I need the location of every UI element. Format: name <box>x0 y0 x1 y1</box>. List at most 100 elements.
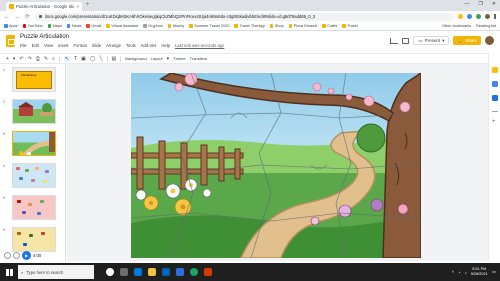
reading-list[interactable]: Reading list <box>476 24 496 28</box>
bookmark-item[interactable]: News <box>66 24 81 28</box>
extension-icon[interactable] <box>476 14 481 19</box>
calendar-icon[interactable] <box>492 95 498 101</box>
bookmark-item[interactable]: YouTube <box>22 24 43 28</box>
task-view-icon[interactable] <box>120 268 128 276</box>
forward-button[interactable]: → <box>15 14 21 20</box>
theme-button[interactable]: Theme <box>173 56 185 61</box>
zoom-icon[interactable]: ⌕ <box>52 56 55 62</box>
print-icon[interactable]: ⎙ <box>36 56 40 62</box>
profile-avatar[interactable] <box>485 14 490 19</box>
notifications-icon[interactable]: ▭ <box>492 269 496 275</box>
account-avatar[interactable] <box>485 36 494 45</box>
menu-insert[interactable]: Insert <box>58 43 68 48</box>
bookmark-item[interactable]: Travel <box>342 24 358 28</box>
new-tab-button[interactable]: + <box>86 2 90 8</box>
bookmark-item[interactable]: Money <box>167 24 184 28</box>
slide-thumbnail[interactable] <box>12 163 56 188</box>
bookmark-item[interactable]: Virtual Assistant <box>106 24 138 28</box>
transition-button[interactable]: Transition <box>190 56 207 61</box>
edge-icon[interactable] <box>134 268 142 276</box>
cortana-icon[interactable] <box>106 268 114 276</box>
other-bookmarks[interactable]: Other bookmarks <box>442 24 471 28</box>
filmstrip-view-button[interactable] <box>13 252 20 259</box>
keep-icon[interactable] <box>492 67 498 73</box>
reload-button[interactable]: ⟳ <box>25 14 30 20</box>
comment-history-icon[interactable] <box>402 37 410 44</box>
wifi-icon[interactable]: ◔ <box>458 270 461 275</box>
menu-slide[interactable]: Slide <box>92 43 101 48</box>
bookmark-item[interactable]: Gmail <box>86 24 101 28</box>
select-cursor-icon[interactable]: ↖ <box>63 55 71 62</box>
bookmark-item[interactable]: Gryphon <box>143 24 163 28</box>
menu-edit[interactable]: Edit <box>32 43 39 48</box>
bookmark-item[interactable]: Crafts <box>322 24 337 28</box>
object-picture <box>45 170 49 173</box>
tab-close-icon[interactable]: × <box>76 4 79 9</box>
menu-tools[interactable]: Tools <box>126 43 136 48</box>
present-button[interactable]: ▭ Present ▾ <box>413 36 450 45</box>
star-icon[interactable] <box>458 14 463 19</box>
menu-kebab-icon[interactable] <box>494 14 496 19</box>
menu-arrange[interactable]: Arrange <box>106 43 121 48</box>
office-icon[interactable] <box>204 268 212 276</box>
menu-format[interactable]: Format <box>73 43 86 48</box>
chevron-down-icon[interactable]: ▾ <box>442 38 444 44</box>
activity-dashboard-icon[interactable] <box>390 37 399 44</box>
new-slide-icon[interactable]: + <box>6 56 9 62</box>
store-icon[interactable] <box>162 268 170 276</box>
paint-format-icon[interactable]: ✎ <box>44 56 48 62</box>
menu-view[interactable]: View <box>44 43 53 48</box>
text-box-icon[interactable]: T <box>74 56 77 62</box>
object-picture <box>40 200 44 203</box>
tasks-icon[interactable] <box>492 81 498 87</box>
chevron-down-icon[interactable]: ▾ <box>13 56 16 62</box>
slide-thumbnail[interactable]: Instructions <box>12 67 56 92</box>
slides-logo-icon[interactable] <box>6 35 15 47</box>
undo-icon[interactable]: ↶ <box>19 56 23 62</box>
browser-tab[interactable]: Puzzle Articulation - Google Slides × <box>6 2 82 11</box>
chevron-up-icon[interactable]: ^ <box>452 270 454 275</box>
line-icon[interactable]: ╲ <box>99 56 102 62</box>
extension-icon[interactable] <box>467 14 472 19</box>
layout-button[interactable]: Layout <box>151 56 163 61</box>
file-explorer-icon[interactable] <box>148 268 156 276</box>
bookmark-item[interactable]: Apps <box>4 24 18 28</box>
omnibox[interactable]: docs.google.com/presentation/d/1uKDiqbK5… <box>34 12 453 21</box>
chevron-down-icon[interactable]: ▾ <box>167 56 170 62</box>
maximize-button[interactable]: ❐ <box>478 1 482 7</box>
slide-thumbnail[interactable] <box>12 99 56 124</box>
windows-start-icon[interactable] <box>0 263 18 281</box>
bookmark-item[interactable]: Travel Therapy <box>234 24 265 28</box>
close-window-button[interactable]: ✕ <box>492 1 496 7</box>
current-slide[interactable] <box>131 73 421 258</box>
redo-icon[interactable]: ↷ <box>28 56 32 62</box>
slide-thumbnail[interactable] <box>12 195 56 220</box>
chrome-icon[interactable] <box>190 268 198 276</box>
bookmark-item[interactable]: Maps <box>47 24 62 28</box>
slide-thumbnail[interactable] <box>12 227 56 252</box>
minimize-button[interactable]: — <box>464 1 469 7</box>
taskbar-clock[interactable]: 5:51 PM 5/28/2021 <box>471 267 488 277</box>
bookmark-item[interactable]: Shop <box>269 24 284 28</box>
share-button[interactable]: 🔒 Share <box>453 36 481 45</box>
document-title[interactable]: Puzzle Articulation <box>20 34 69 40</box>
shape-icon[interactable]: ◯ <box>90 56 96 62</box>
image-icon[interactable]: ▣ <box>81 56 86 62</box>
menu-addons[interactable]: Add-ons <box>141 43 157 48</box>
menu-file[interactable]: File <box>20 43 27 48</box>
last-edit-link[interactable]: Last edit was seconds ago <box>175 43 224 48</box>
back-button[interactable]: ← <box>4 14 10 20</box>
comment-add-icon[interactable]: ▤ <box>112 56 117 62</box>
bookmark-item[interactable]: Summer Travel 2020 <box>189 24 229 28</box>
timer-play-icon[interactable]: ▶ <box>22 251 31 260</box>
slide-thumbnail-selected[interactable] <box>12 131 56 156</box>
menu-help[interactable]: Help <box>161 43 170 48</box>
background-button[interactable]: Background <box>125 56 146 61</box>
grid-view-button[interactable] <box>4 252 11 259</box>
volume-icon[interactable]: ♪ <box>465 270 467 275</box>
bookmark-item[interactable]: Pizza Dessert <box>288 24 317 28</box>
mail-icon[interactable] <box>176 268 184 276</box>
taskbar-search[interactable]: ⌕ Type here to search <box>18 265 94 279</box>
bookmark-label: Apps <box>9 24 18 28</box>
add-ons-plus-icon[interactable]: + <box>492 119 498 125</box>
